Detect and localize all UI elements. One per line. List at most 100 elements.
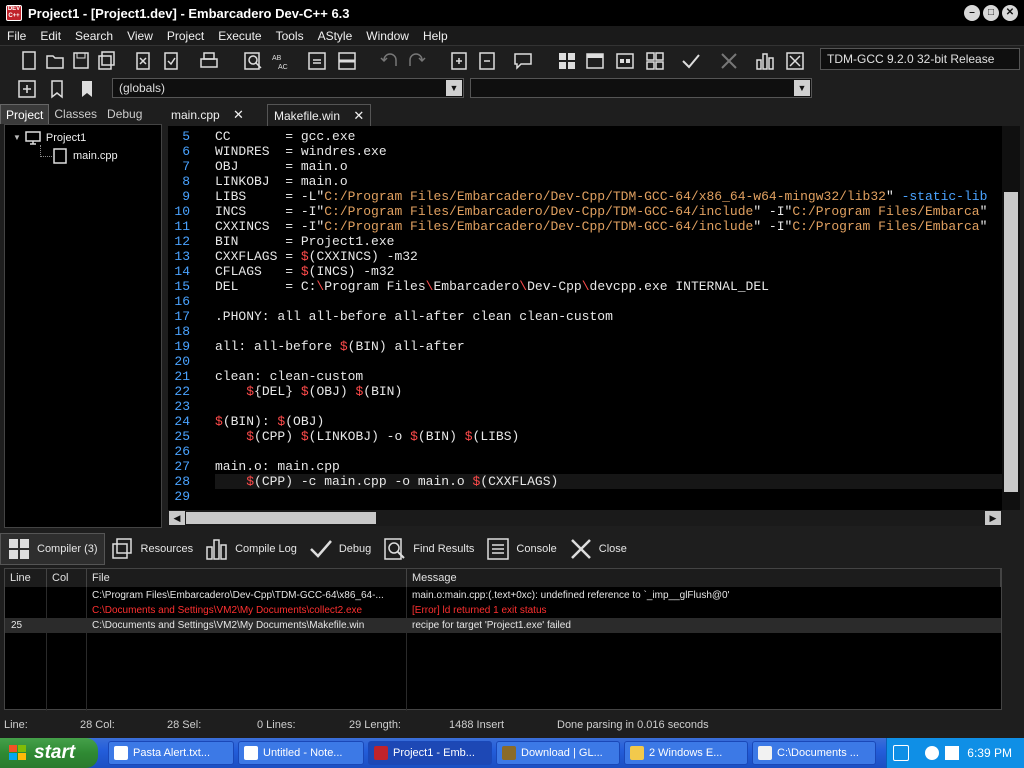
code-line[interactable]: 14 CFLAGS = $(INCS) -m32	[168, 264, 1002, 279]
chevron-down-icon[interactable]: ▼	[13, 129, 21, 147]
menu-help[interactable]: Help	[416, 29, 455, 43]
minimize-button[interactable]: –	[964, 5, 980, 21]
task-untitled-notepad[interactable]: Untitled - Note...	[238, 741, 364, 765]
compiler-set-select[interactable]: TDM-GCC 9.2.0 32-bit Release	[820, 48, 1020, 70]
tab-compile-log[interactable]: Compile Log	[199, 533, 303, 565]
open-folder-icon[interactable]	[44, 50, 66, 72]
code-line[interactable]: 12 BIN = Project1.exe	[168, 234, 1002, 249]
maximize-button[interactable]: □	[983, 5, 999, 21]
code-line[interactable]: 19 all: all-before $(BIN) all-after	[168, 339, 1002, 354]
redo-icon[interactable]	[406, 50, 428, 72]
indent-icon[interactable]	[306, 50, 328, 72]
menu-edit[interactable]: Edit	[33, 29, 68, 43]
replace-icon[interactable]: AB AC	[270, 50, 292, 72]
column-header-file[interactable]: File	[87, 569, 407, 587]
volume-icon[interactable]	[945, 746, 959, 760]
tab-classes[interactable]: Classes	[49, 104, 102, 124]
code-line[interactable]: 29	[168, 489, 1002, 504]
column-header-line[interactable]: Line	[5, 569, 47, 587]
find-icon[interactable]	[242, 50, 264, 72]
code-line[interactable]: 23	[168, 399, 1002, 414]
tab-find-results[interactable]: Find Results	[377, 533, 480, 565]
code-line[interactable]: 18	[168, 324, 1002, 339]
save-icon[interactable]	[70, 50, 92, 72]
task-devcpp[interactable]: Project1 - Emb...	[368, 741, 492, 765]
code-line[interactable]: 27 main.o: main.cpp	[168, 459, 1002, 474]
member-select[interactable]: ▼	[470, 78, 812, 98]
code-line[interactable]: 17 .PHONY: all all-before all-after clean…	[168, 309, 1002, 324]
undo-icon[interactable]	[378, 50, 400, 72]
code-line[interactable]: 26	[168, 444, 1002, 459]
code-line[interactable]: 6 WINDRES = windres.exe	[168, 144, 1002, 159]
code-line[interactable]: 20	[168, 354, 1002, 369]
unindent-icon[interactable]	[336, 50, 358, 72]
code-line[interactable]: 16	[168, 294, 1002, 309]
chevron-down-icon[interactable]: ▼	[794, 80, 810, 96]
close-icon[interactable]: ✕	[353, 108, 364, 123]
code-editor[interactable]: 5 CC = gcc.exe 6 WINDRES = windres.exe 7 OBJ …	[168, 126, 1002, 510]
new-class-icon[interactable]	[448, 50, 470, 72]
tab-console[interactable]: Console	[480, 533, 562, 565]
code-line[interactable]: 5 CC = gcc.exe	[168, 129, 1002, 144]
profile-icon[interactable]	[754, 50, 776, 72]
chevron-down-icon[interactable]: ▼	[446, 80, 462, 96]
scroll-left-icon[interactable]: ◀	[169, 511, 185, 525]
code-line[interactable]: 22 ${DEL} $(OBJ) $(BIN)	[168, 384, 1002, 399]
insert-icon[interactable]	[16, 78, 38, 100]
scrollbar-thumb[interactable]	[1004, 192, 1018, 492]
horizontal-scrollbar[interactable]: ◀ ▶	[168, 510, 1002, 526]
comment-icon[interactable]	[512, 50, 534, 72]
menu-astyle[interactable]: AStyle	[311, 29, 360, 43]
code-line[interactable]: 8 LINKOBJ = main.o	[168, 174, 1002, 189]
tab-resources[interactable]: Resources	[105, 533, 200, 565]
code-line[interactable]: 28 $(CPP) -c main.cpp -o main.o $(CXXFLA…	[168, 474, 1002, 489]
column-header-col[interactable]: Col	[47, 569, 87, 587]
close-all-icon[interactable]	[160, 50, 182, 72]
task-documents[interactable]: C:\Documents ...	[752, 741, 876, 765]
close-file-icon[interactable]	[132, 50, 154, 72]
menu-execute[interactable]: Execute	[211, 29, 268, 43]
table-row[interactable]: C:\Program Files\Embarcadero\Dev-Cpp\TDM…	[5, 588, 1001, 603]
scrollbar-thumb[interactable]	[186, 512, 376, 524]
task-pasta-alert[interactable]: Pasta Alert.txt...	[108, 741, 234, 765]
menu-project[interactable]: Project	[160, 29, 211, 43]
tree-item-main-cpp[interactable]: main.cpp	[53, 147, 118, 165]
code-line[interactable]: 7 OBJ = main.o	[168, 159, 1002, 174]
code-line[interactable]: 13 CXXFLAGS = $(CXXINCS) -m32	[168, 249, 1002, 264]
tab-debug-output[interactable]: Debug	[303, 533, 377, 565]
tab-main-cpp[interactable]: main.cpp ✕	[165, 104, 250, 126]
start-button[interactable]: start	[0, 738, 98, 768]
tab-project[interactable]: Project	[0, 104, 50, 124]
menu-search[interactable]: Search	[68, 29, 120, 43]
goto-bookmark-icon[interactable]	[76, 78, 98, 100]
tab-compiler[interactable]: Compiler (3)	[0, 533, 105, 565]
compile-run-icon[interactable]	[614, 50, 636, 72]
close-icon[interactable]: ✕	[233, 107, 244, 122]
network-icon[interactable]	[925, 746, 939, 760]
class-scope-select[interactable]: (globals) ▼	[112, 78, 464, 98]
new-file-icon[interactable]	[18, 50, 40, 72]
code-line[interactable]: 15 DEL = C:\Program Files\Embarcadero\Dev…	[168, 279, 1002, 294]
run-icon[interactable]	[584, 50, 606, 72]
print-icon[interactable]	[198, 50, 220, 72]
code-line[interactable]: 10 INCS = -I"C:/Program Files/Embarcadero…	[168, 204, 1002, 219]
delete-profile-icon[interactable]	[784, 50, 806, 72]
table-row[interactable]: 25 C:\Documents and Settings\VM2\My Docum…	[5, 618, 1001, 633]
vertical-scrollbar[interactable]	[1002, 126, 1020, 510]
code-line[interactable]: 9 LIBS = -L"C:/Program Files/Embarcadero/…	[168, 189, 1002, 204]
code-line[interactable]: 11 CXXINCS = -I"C:/Program Files/Embarcad…	[168, 219, 1002, 234]
task-windows-explorer[interactable]: 2 Windows E...	[624, 741, 748, 765]
code-line[interactable]: 25 $(CPP) $(LINKOBJ) -o $(BIN) $(LIBS)	[168, 429, 1002, 444]
menu-tools[interactable]: Tools	[269, 29, 311, 43]
rebuild-all-icon[interactable]	[644, 50, 666, 72]
stop-execution-icon[interactable]	[718, 50, 740, 72]
tab-makefile-win[interactable]: Makefile.win ✕	[267, 104, 372, 126]
code-line[interactable]: 21 clean: clean-custom	[168, 369, 1002, 384]
keyboard-icon[interactable]	[893, 745, 909, 761]
menu-view[interactable]: View	[120, 29, 160, 43]
task-download-gl[interactable]: Download | GL...	[496, 741, 620, 765]
column-header-message[interactable]: Message	[407, 569, 1001, 587]
compiler-messages-table[interactable]: Line Col File Message C:\Program Files\E…	[4, 568, 1002, 711]
toggle-bookmark-icon[interactable]	[46, 78, 68, 100]
scroll-right-icon[interactable]: ▶	[985, 511, 1001, 525]
